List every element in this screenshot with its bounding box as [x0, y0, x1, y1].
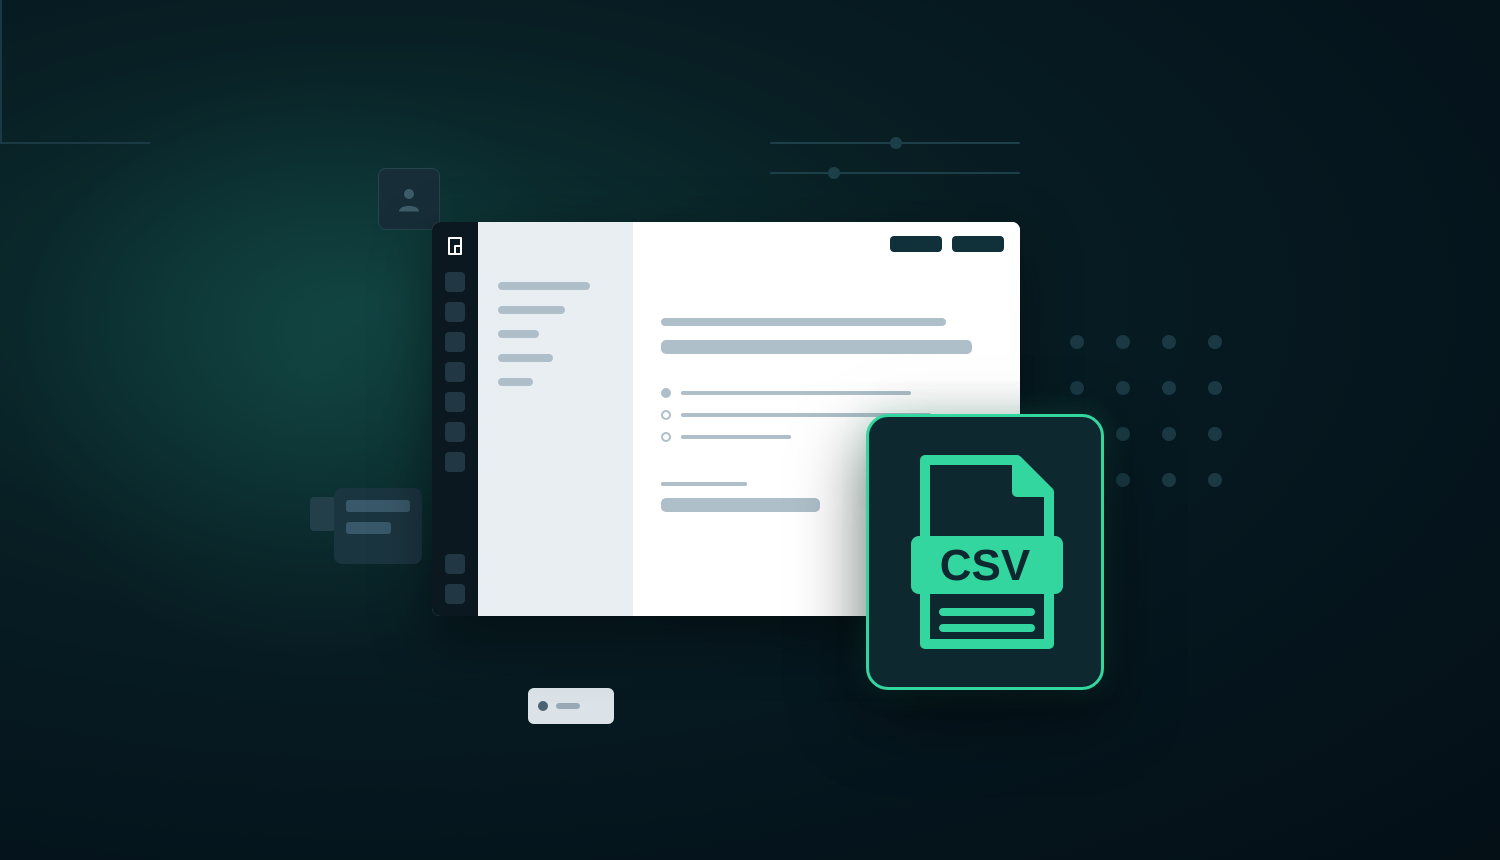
- nav-item[interactable]: [445, 272, 465, 292]
- sidebar-item[interactable]: [498, 306, 565, 314]
- radio-icon: [661, 388, 671, 398]
- sidebar: [478, 222, 633, 616]
- topbar-button[interactable]: [952, 236, 1004, 252]
- text-line: [661, 482, 747, 486]
- chip-icon: [528, 688, 614, 724]
- csv-file-badge: CSV: [866, 414, 1104, 690]
- csv-file-icon: CSV: [905, 452, 1065, 652]
- sidebar-item[interactable]: [498, 282, 590, 290]
- nav-item[interactable]: [445, 392, 465, 412]
- nav-item[interactable]: [445, 362, 465, 382]
- sidebar-item[interactable]: [498, 354, 553, 362]
- text-line: [661, 318, 946, 326]
- radio-option[interactable]: [661, 388, 992, 398]
- nav-item[interactable]: [445, 554, 465, 574]
- csv-label-text: CSV: [940, 541, 1031, 590]
- nav-item[interactable]: [445, 422, 465, 442]
- radio-icon: [661, 410, 671, 420]
- text-line: [661, 498, 820, 512]
- text-line: [661, 340, 972, 354]
- user-icon: [378, 168, 440, 230]
- sidebar-item[interactable]: [498, 330, 539, 338]
- card-stub-icon: [310, 497, 336, 531]
- text-line: [681, 391, 911, 395]
- nav-item[interactable]: [445, 332, 465, 352]
- connector-line: [0, 0, 2, 142]
- sidebar-item[interactable]: [498, 378, 533, 386]
- radio-icon: [661, 432, 671, 442]
- nav-item[interactable]: [445, 302, 465, 322]
- topbar-button[interactable]: [890, 236, 942, 252]
- nav-item[interactable]: [445, 452, 465, 472]
- app-logo-icon: [443, 234, 467, 258]
- slider-icon: [770, 142, 1020, 202]
- nav-item[interactable]: [445, 584, 465, 604]
- text-line: [681, 435, 791, 439]
- topbar: [633, 222, 1020, 266]
- nav-rail: [432, 222, 478, 616]
- card-icon: [334, 488, 422, 564]
